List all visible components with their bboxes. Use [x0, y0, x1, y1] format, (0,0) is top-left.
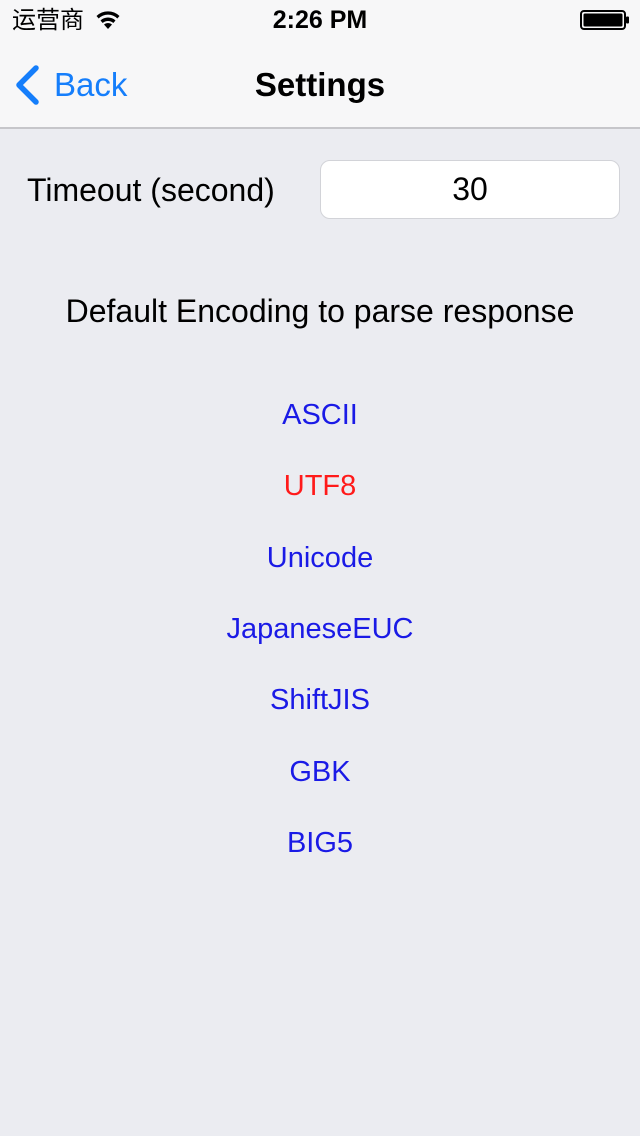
encoding-heading: Default Encoding to parse response: [65, 293, 575, 329]
encoding-option-big5[interactable]: BIG5: [0, 818, 640, 868]
settings-screen: 运营商 2:26 PM Back Settings Timeout (secon…: [0, 0, 640, 1136]
status-time: 2:26 PM: [272, 6, 368, 34]
page-title: Settings: [254, 66, 386, 103]
encoding-option-utf8[interactable]: UTF8: [0, 461, 640, 511]
timeout-input[interactable]: [320, 160, 620, 219]
encoding-option-ascii[interactable]: ASCII: [0, 390, 640, 440]
encoding-option-gbk[interactable]: GBK: [0, 747, 640, 797]
encoding-option-unicode[interactable]: Unicode: [0, 533, 640, 583]
timeout-label: Timeout (second): [27, 172, 275, 208]
navigation-bar: Back Settings: [0, 40, 640, 128]
top-bar: 运营商 2:26 PM Back Settings: [0, 0, 640, 129]
encoding-option-shiftjis[interactable]: ShiftJIS: [0, 675, 640, 725]
encoding-option-japaneseeuc[interactable]: JapaneseEUC: [0, 604, 640, 654]
status-bar: 运营商 2:26 PM: [0, 0, 640, 40]
battery-icon: [580, 10, 629, 30]
